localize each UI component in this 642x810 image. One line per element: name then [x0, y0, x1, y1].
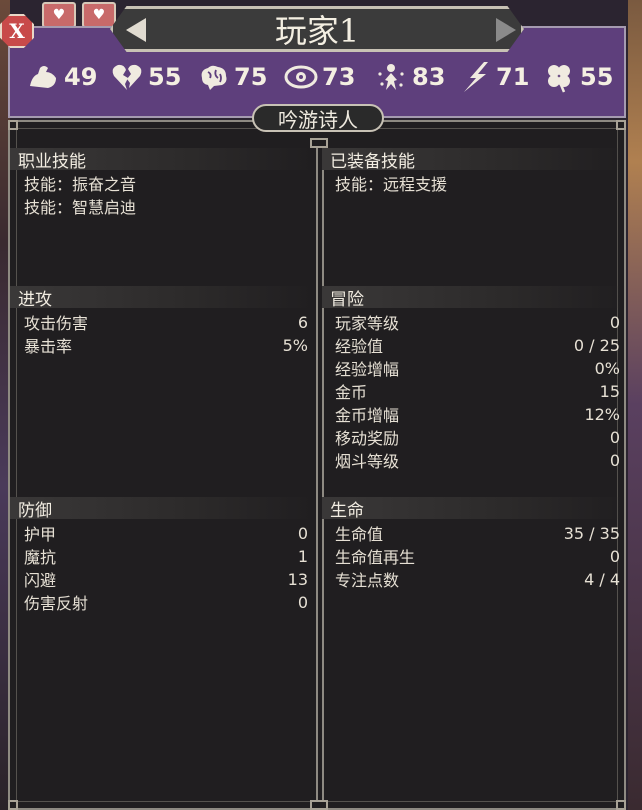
stat-value: 73 [322, 63, 356, 91]
stat-row: 移动奖励 0 [335, 427, 620, 449]
stat-value: 83 [412, 63, 446, 91]
stat-value: 55 [148, 63, 182, 91]
stat-spirit[interactable]: 83 [374, 60, 445, 94]
section-header-class-skills: 职业技能 [10, 148, 314, 172]
previous-player-arrow-icon[interactable] [126, 18, 146, 42]
section-header-offense: 进攻 [10, 286, 314, 310]
corner-ornament [310, 800, 328, 810]
background-right-scene [628, 0, 642, 810]
stat-row: 护甲 0 [24, 523, 308, 545]
stat-row: 玩家等级 0 [335, 312, 620, 334]
skill-item[interactable]: 技能：远程支援 [335, 172, 615, 194]
class-name-tab: 吟游诗人 [252, 104, 384, 132]
spirit-figure-icon [378, 64, 404, 90]
stat-agility[interactable]: 71 [458, 60, 529, 94]
attribute-stats-row: 49 55 75 73 83 71 55 [26, 60, 626, 98]
stat-row: 烟斗等级 0 [335, 450, 620, 472]
eye-icon [284, 65, 318, 89]
corner-ornament [616, 800, 626, 810]
player-title: 玩家1 [274, 12, 360, 50]
next-player-arrow-icon[interactable] [496, 18, 516, 42]
stat-row: 攻击伤害 6 [24, 312, 308, 334]
stat-row: 伤害反射 0 [24, 592, 308, 614]
column-divider [316, 140, 324, 806]
corner-ornament [8, 120, 18, 130]
stat-row: 经验值 0 / 25 [335, 335, 620, 357]
lightning-runner-icon [464, 62, 488, 92]
close-icon: X [9, 19, 25, 43]
stat-intelligence[interactable]: 75 [196, 60, 267, 94]
stat-vitality[interactable]: 55 [110, 60, 181, 94]
stat-value: 55 [580, 63, 614, 91]
stat-row: 生命值 35 / 35 [335, 523, 620, 545]
skill-item[interactable]: 技能：振奋之音 [24, 172, 304, 194]
top-hearts-bar: ♥ ♥ [42, 2, 116, 28]
broken-heart-icon [112, 64, 142, 90]
stat-row: 金币增幅 12% [335, 404, 620, 426]
class-name: 吟游诗人 [278, 107, 358, 132]
stat-row: 暴击率 5% [24, 335, 308, 357]
stat-row: 金币 15 [335, 381, 620, 403]
stat-row: 闪避 13 [24, 569, 308, 591]
section-header-adventure: 冒险 [322, 286, 626, 310]
stat-value: 49 [64, 63, 98, 91]
skill-item[interactable]: 技能：智慧启迪 [24, 195, 304, 217]
stat-perception[interactable]: 73 [284, 60, 355, 94]
stat-value: 71 [496, 63, 530, 91]
stat-row: 生命值再生 0 [335, 546, 620, 568]
clover-icon [548, 65, 570, 93]
stat-row: 经验增幅 0% [335, 358, 620, 380]
stat-luck[interactable]: 55 [542, 60, 613, 94]
stat-strength[interactable]: 49 [26, 60, 97, 94]
corner-ornament [616, 120, 626, 130]
heart-icon: ♥ [82, 2, 116, 28]
stats-panel: 职业技能 技能：振奋之音 技能：智慧启迪 进攻 攻击伤害 6 暴击率 5% 防御… [8, 120, 626, 810]
corner-ornament [310, 138, 328, 148]
corner-ornament [8, 800, 18, 810]
stat-row: 魔抗 1 [24, 546, 308, 568]
section-header-equipped-skills: 已装备技能 [322, 148, 626, 172]
section-header-life: 生命 [322, 497, 626, 521]
strength-arm-icon [30, 66, 56, 88]
player-title-bar: 玩家1 [110, 6, 524, 52]
section-header-defense: 防御 [10, 497, 314, 521]
stat-value: 75 [234, 63, 268, 91]
heart-icon: ♥ [42, 2, 76, 28]
brain-icon [201, 65, 227, 90]
stat-row: 专注点数 4 / 4 [335, 569, 620, 591]
